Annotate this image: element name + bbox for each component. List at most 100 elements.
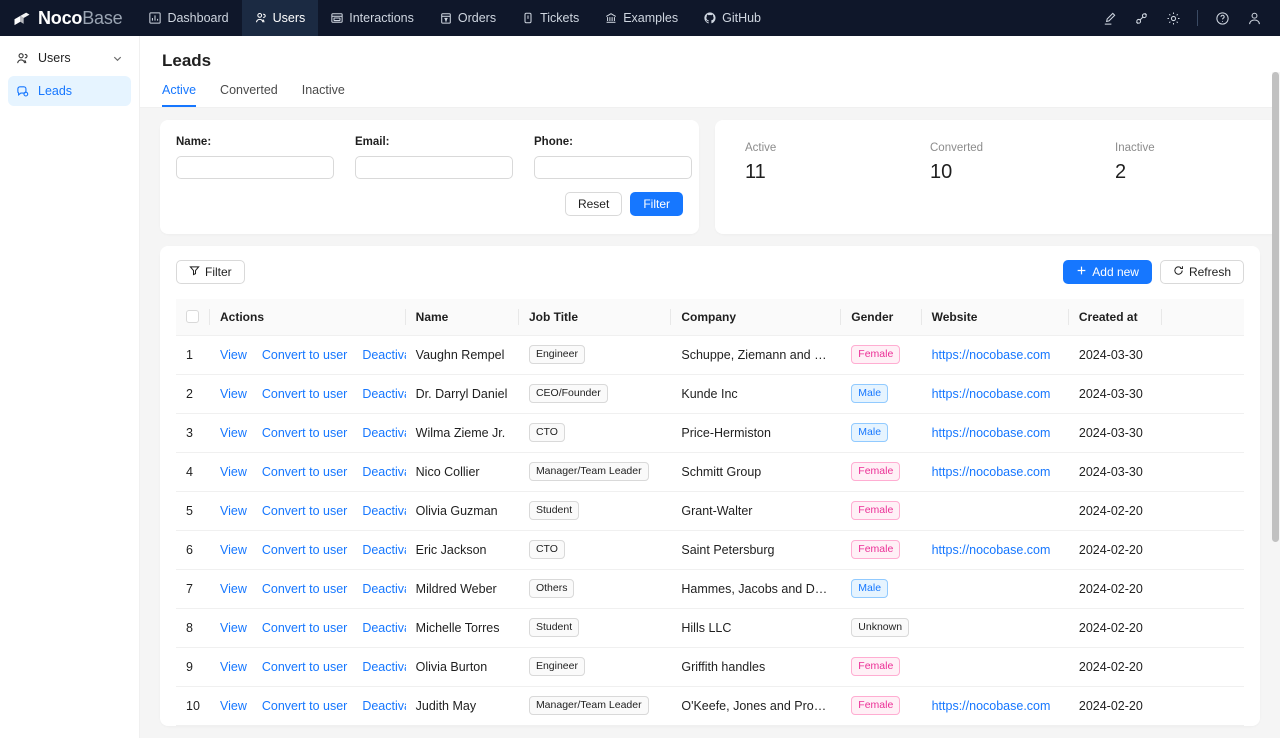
row-index: 2: [176, 374, 210, 414]
scrollbar-thumb[interactable]: [1272, 72, 1279, 542]
top-nav-right-actions: [1093, 0, 1280, 36]
nav-item-label: Dashboard: [167, 11, 229, 25]
deactivate-link[interactable]: Deactivate: [362, 504, 405, 518]
page-title: Leads: [162, 51, 212, 70]
sidebar-item-leads[interactable]: Leads: [8, 76, 131, 106]
website-link[interactable]: https://nocobase.com: [932, 699, 1051, 713]
plugin-icon[interactable]: [1125, 0, 1157, 36]
email-input[interactable]: [355, 156, 513, 179]
cell-job-title: Engineer: [518, 647, 672, 687]
highlighter-icon[interactable]: [1093, 0, 1125, 36]
view-link[interactable]: View: [220, 543, 247, 557]
filter-submit-button[interactable]: Filter: [630, 192, 683, 216]
view-link[interactable]: View: [220, 504, 247, 518]
convert-to-user-link[interactable]: Convert to user: [262, 504, 347, 518]
view-link[interactable]: View: [220, 465, 247, 479]
table-row[interactable]: 10 View Convert to user DeactivateJudith Ma…: [176, 686, 1244, 726]
convert-to-user-link[interactable]: Convert to user: [262, 465, 347, 479]
nav-item-users[interactable]: Users: [241, 0, 319, 36]
table-row[interactable]: 1 View Convert to user DeactivateVaughn Rem…: [176, 335, 1244, 375]
convert-to-user-link[interactable]: Convert to user: [262, 348, 347, 362]
deactivate-link[interactable]: Deactivate: [362, 621, 405, 635]
funnel-icon: [189, 265, 200, 279]
cell-company: Price-Hermiston: [671, 413, 842, 453]
convert-to-user-link[interactable]: Convert to user: [262, 699, 347, 713]
tab-converted[interactable]: Converted: [220, 83, 278, 107]
cell-created-at: 2024-03-30: [1068, 374, 1162, 414]
cell-created-at: 2024-02-20: [1068, 686, 1162, 726]
sidebar-group-users[interactable]: Users: [8, 44, 131, 72]
table-header-row: Actions Name Job Title Company Gender We…: [176, 299, 1244, 336]
table-row[interactable]: 6 View Convert to user DeactivateEric Jacks…: [176, 530, 1244, 570]
table-row[interactable]: 4 View Convert to user DeactivateNico Colli…: [176, 452, 1244, 492]
convert-to-user-link[interactable]: Convert to user: [262, 387, 347, 401]
gear-icon[interactable]: [1157, 0, 1189, 36]
cell-company: Saint Petersburg: [671, 530, 842, 570]
table-row[interactable]: 3 View Convert to user DeactivateWilma Ziem…: [176, 413, 1244, 453]
tab-active[interactable]: Active: [162, 83, 197, 107]
nav-item-dashboard[interactable]: Dashboard: [136, 0, 241, 36]
chart-bar-icon: [149, 12, 162, 24]
tab-inactive[interactable]: Inactive: [302, 83, 345, 107]
nav-item-github[interactable]: GitHub: [691, 0, 774, 36]
website-link[interactable]: https://nocobase.com: [932, 543, 1051, 557]
deactivate-link[interactable]: Deactivate: [362, 465, 405, 479]
name-input[interactable]: [176, 156, 334, 179]
table-row[interactable]: 7 View Convert to user DeactivateMildred We…: [176, 569, 1244, 609]
cell-created-at: 2024-03-30: [1068, 413, 1162, 453]
user-avatar-icon[interactable]: [1238, 0, 1270, 36]
nav-item-label: Users: [272, 11, 306, 25]
view-link[interactable]: View: [220, 582, 247, 596]
table-row[interactable]: 5 View Convert to user DeactivateOlivia Guz…: [176, 491, 1244, 531]
cell-website: https://nocobase.com: [921, 452, 1069, 492]
website-link[interactable]: https://nocobase.com: [932, 465, 1051, 479]
nav-item-orders[interactable]: Orders: [427, 0, 509, 36]
convert-to-user-link[interactable]: Convert to user: [262, 660, 347, 674]
deactivate-link[interactable]: Deactivate: [362, 543, 405, 557]
view-link[interactable]: View: [220, 660, 247, 674]
select-all-checkbox[interactable]: [186, 310, 199, 324]
gender-tag: Male: [851, 423, 889, 442]
view-link[interactable]: View: [220, 387, 247, 401]
website-link[interactable]: https://nocobase.com: [932, 426, 1051, 440]
deactivate-link[interactable]: Deactivate: [362, 582, 405, 596]
cell-job-title: CTO: [518, 413, 672, 453]
chevron-down-icon[interactable]: [112, 53, 123, 64]
table-row[interactable]: 8 View Convert to user DeactivateMichelle T…: [176, 608, 1244, 648]
app-logo[interactable]: NocoBase: [0, 0, 136, 36]
table-row[interactable]: 9 View Convert to user DeactivateOlivia Bur…: [176, 647, 1244, 687]
deactivate-link[interactable]: Deactivate: [362, 348, 405, 362]
view-link[interactable]: View: [220, 348, 247, 362]
view-link[interactable]: View: [220, 621, 247, 635]
row-actions: View Convert to user Deactivate: [209, 569, 406, 609]
convert-to-user-link[interactable]: Convert to user: [262, 426, 347, 440]
nav-item-interactions[interactable]: Interactions: [318, 0, 427, 36]
help-circle-icon[interactable]: [1206, 0, 1238, 36]
refresh-label: Refresh: [1188, 265, 1231, 279]
top-nav-items: Dashboard Users Interactions Orders Tick…: [136, 0, 774, 36]
deactivate-link[interactable]: Deactivate: [362, 660, 405, 674]
reset-button[interactable]: Reset: [564, 192, 623, 216]
view-link[interactable]: View: [220, 426, 247, 440]
view-link[interactable]: View: [220, 699, 247, 713]
phone-input[interactable]: [534, 156, 692, 179]
phone-label: Phone:: [534, 136, 573, 148]
refresh-button[interactable]: Refresh: [1159, 260, 1244, 284]
add-new-button[interactable]: Add new: [1063, 260, 1152, 284]
convert-to-user-link[interactable]: Convert to user: [262, 621, 347, 635]
row-index: 9: [176, 647, 210, 687]
table-row[interactable]: 2 View Convert to user DeactivateDr. Darryl…: [176, 374, 1244, 414]
cell-name: Nico Collier: [405, 452, 519, 492]
deactivate-link[interactable]: Deactivate: [362, 426, 405, 440]
convert-to-user-link[interactable]: Convert to user: [262, 582, 347, 596]
logo-text: NocoBase: [38, 8, 123, 29]
row-actions: View Convert to user Deactivate: [209, 335, 406, 375]
nav-item-tickets[interactable]: Tickets: [509, 0, 592, 36]
table-filter-button[interactable]: Filter: [176, 260, 245, 284]
deactivate-link[interactable]: Deactivate: [362, 387, 405, 401]
deactivate-link[interactable]: Deactivate: [362, 699, 405, 713]
website-link[interactable]: https://nocobase.com: [932, 387, 1051, 401]
convert-to-user-link[interactable]: Convert to user: [262, 543, 347, 557]
website-link[interactable]: https://nocobase.com: [932, 348, 1051, 362]
nav-item-examples[interactable]: Examples: [592, 0, 691, 36]
